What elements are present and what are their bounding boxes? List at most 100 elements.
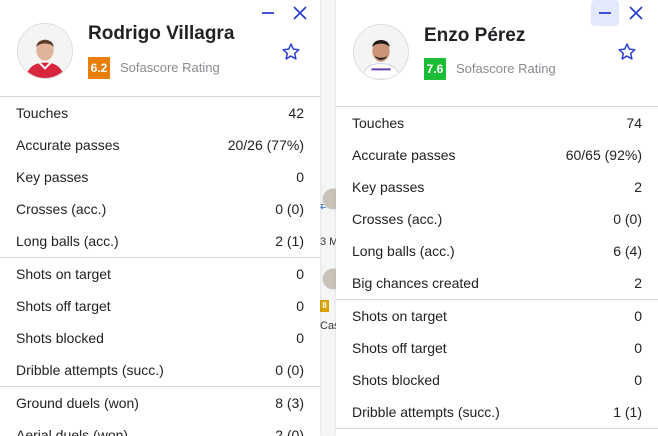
stats-list: Touches 42 Accurate passes 20/26 (77%) Key… bbox=[0, 96, 320, 436]
stat-row: Shots on target 0 bbox=[0, 258, 320, 290]
rating-label: Sofascore Rating bbox=[456, 61, 556, 76]
stats-group: Shots on target 0 Shots off target 0 Shots… bbox=[0, 258, 320, 386]
player-stats-card-right: Enzo Pérez 7.6 Sofascore Rating Touches 7… bbox=[336, 0, 658, 436]
stat-value: 0 bbox=[634, 340, 642, 356]
stat-row: Aerial duels (won) 2 (0) bbox=[0, 419, 320, 436]
stat-row: Key passes 0 bbox=[0, 161, 320, 193]
stat-label: Ground duels (won) bbox=[16, 395, 139, 411]
stat-row: Shots off target 0 bbox=[336, 332, 658, 364]
stat-label: Big chances created bbox=[352, 275, 479, 291]
stat-row: Dribble attempts (succ.) 1 (1) bbox=[336, 396, 658, 428]
stat-label: Long balls (acc.) bbox=[16, 233, 119, 249]
stat-value: 0 bbox=[634, 308, 642, 324]
close-button[interactable] bbox=[289, 2, 311, 24]
stat-value: 0 bbox=[296, 266, 304, 282]
stat-row: Shots blocked 0 bbox=[336, 364, 658, 396]
player-name: Rodrigo Villagra bbox=[88, 23, 235, 44]
player-photo bbox=[18, 24, 72, 78]
minus-icon bbox=[262, 12, 274, 14]
stat-label: Touches bbox=[16, 105, 69, 121]
stat-value: 2 bbox=[634, 275, 642, 291]
rating-label: Sofascore Rating bbox=[120, 60, 220, 75]
player-stats-card-left: Rodrigo Villagra 6.2 Sofascore Rating To… bbox=[0, 0, 320, 436]
favorite-button[interactable] bbox=[616, 41, 638, 63]
star-outline-icon bbox=[282, 43, 300, 60]
divider bbox=[336, 428, 658, 429]
stat-label: Shots blocked bbox=[16, 330, 104, 346]
rating-badge: 6.2 bbox=[88, 57, 110, 79]
stat-row: Touches 42 bbox=[0, 97, 320, 129]
close-button[interactable] bbox=[625, 2, 647, 24]
stat-value: 0 bbox=[296, 330, 304, 346]
stat-row: Key passes 2 bbox=[336, 171, 658, 203]
stat-label: Shots on target bbox=[352, 308, 447, 324]
stat-label: Shots off target bbox=[352, 340, 447, 356]
stat-value: 6 (4) bbox=[613, 243, 642, 259]
stat-label: Shots on target bbox=[16, 266, 111, 282]
stat-value: 8 (3) bbox=[275, 395, 304, 411]
stat-row: Long balls (acc.) 2 (1) bbox=[0, 225, 320, 257]
stat-label: Dribble attempts (succ.) bbox=[352, 404, 500, 420]
close-icon bbox=[629, 6, 643, 20]
stat-row: Crosses (acc.) 0 (0) bbox=[336, 203, 658, 235]
stat-row: Touches 74 bbox=[336, 107, 658, 139]
player-avatar[interactable] bbox=[353, 24, 409, 80]
stat-value: 42 bbox=[288, 105, 304, 121]
minimize-button[interactable] bbox=[257, 2, 279, 24]
stat-label: Accurate passes bbox=[16, 137, 120, 153]
stat-value: 2 bbox=[634, 179, 642, 195]
stat-label: Key passes bbox=[16, 169, 89, 185]
stat-value: 74 bbox=[626, 115, 642, 131]
minimize-button[interactable] bbox=[591, 0, 619, 26]
stat-row: Accurate passes 60/65 (92%) bbox=[336, 139, 658, 171]
stat-value: 0 bbox=[296, 169, 304, 185]
stat-label: Dribble attempts (succ.) bbox=[16, 362, 164, 378]
stat-value: 0 bbox=[634, 372, 642, 388]
stats-group: Ground duels (won) 8 (3) Aerial duels (wo… bbox=[0, 387, 320, 436]
player-header: Enzo Pérez 7.6 Sofascore Rating bbox=[336, 0, 658, 106]
rating-badge: 7.6 bbox=[424, 58, 446, 80]
stat-label: Crosses (acc.) bbox=[16, 201, 107, 217]
player-photo bbox=[354, 25, 408, 79]
minus-icon bbox=[599, 12, 611, 14]
stat-label: Crosses (acc.) bbox=[352, 211, 443, 227]
background-lineup-fragment: ⇄ 3 M 8 Cas bbox=[320, 0, 336, 436]
stat-row: Shots off target 0 bbox=[0, 290, 320, 322]
stats-group: Touches 74 Accurate passes 60/65 (92%) Key… bbox=[336, 107, 658, 299]
stat-row: Accurate passes 20/26 (77%) bbox=[0, 129, 320, 161]
stats-group: Shots on target 0 Shots off target 0 Shots… bbox=[336, 300, 658, 428]
stat-label: Aerial duels (won) bbox=[16, 427, 129, 436]
favorite-button[interactable] bbox=[280, 41, 302, 63]
stat-label: Touches bbox=[352, 115, 405, 131]
stat-label: Shots blocked bbox=[352, 372, 440, 388]
stat-value: 0 (0) bbox=[613, 211, 642, 227]
stat-value: 2 (0) bbox=[275, 427, 304, 436]
stat-label: Accurate passes bbox=[352, 147, 456, 163]
stats-group: Touches 42 Accurate passes 20/26 (77%) Key… bbox=[0, 97, 320, 257]
close-icon bbox=[293, 6, 307, 20]
stat-value: 0 (0) bbox=[275, 362, 304, 378]
stat-value: 2 (1) bbox=[275, 233, 304, 249]
stat-value: 20/26 (77%) bbox=[227, 137, 304, 153]
background-text-fragment: 3 M bbox=[320, 236, 336, 248]
stat-value: 0 bbox=[296, 298, 304, 314]
stat-row: Crosses (acc.) 0 (0) bbox=[0, 193, 320, 225]
stat-label: Shots off target bbox=[16, 298, 111, 314]
stat-row: Shots blocked 0 bbox=[0, 322, 320, 354]
stat-row: Shots on target 0 bbox=[336, 300, 658, 332]
stat-row: Big chances created 2 bbox=[336, 267, 658, 299]
stat-value: 60/65 (92%) bbox=[565, 147, 642, 163]
stat-row: Long balls (acc.) 6 (4) bbox=[336, 235, 658, 267]
stat-label: Long balls (acc.) bbox=[352, 243, 455, 259]
stat-value: 1 (1) bbox=[613, 404, 642, 420]
stat-row: Ground duels (won) 8 (3) bbox=[0, 387, 320, 419]
background-rating-fragment: 8 bbox=[320, 300, 329, 312]
player-header: Rodrigo Villagra 6.2 Sofascore Rating bbox=[0, 0, 320, 96]
background-text-fragment: Cas bbox=[320, 320, 336, 332]
stat-label: Key passes bbox=[352, 179, 425, 195]
player-name: Enzo Pérez bbox=[424, 25, 526, 46]
background-player-avatar bbox=[322, 268, 336, 290]
stat-value: 0 (0) bbox=[275, 201, 304, 217]
player-avatar[interactable] bbox=[17, 23, 73, 79]
star-outline-icon bbox=[618, 43, 636, 60]
